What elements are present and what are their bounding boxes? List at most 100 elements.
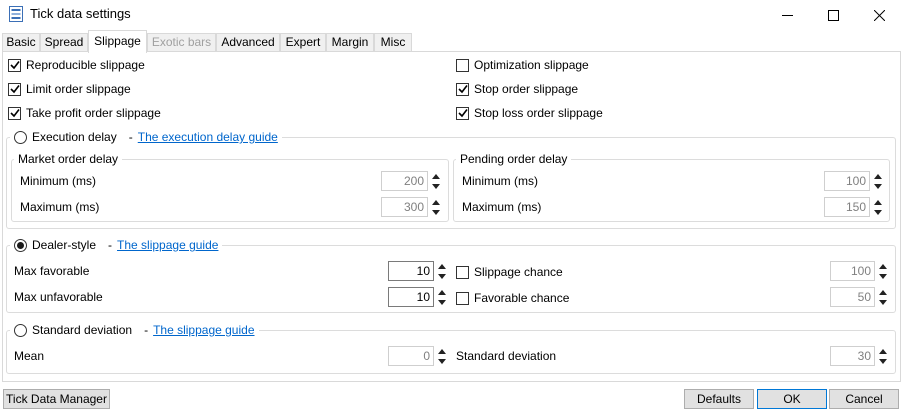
- std-deviation-input: 30: [830, 346, 890, 366]
- spinner: [429, 171, 443, 191]
- stop-order-slippage-label: Stop order slippage: [474, 82, 579, 96]
- spinner[interactable]: [435, 261, 449, 281]
- favorable-chance-value: 50: [830, 287, 875, 307]
- tab-exotic-bars: Exotic bars: [147, 33, 216, 52]
- max-unfavorable-label: Max unfavorable: [14, 290, 103, 304]
- spin-down-icon: [871, 207, 885, 217]
- max-unfavorable-input[interactable]: 10: [388, 287, 449, 307]
- mean-input: 0: [388, 346, 449, 366]
- maximize-button[interactable]: [810, 0, 856, 30]
- spin-down-icon: [871, 181, 885, 191]
- dealer-style-legend: Dealer-style - The slippage guide: [10, 237, 223, 253]
- favorable-chance-input: 50: [830, 287, 890, 307]
- standard-deviation-radio[interactable]: [14, 323, 27, 337]
- execution-delay-guide-link[interactable]: The execution delay guide: [138, 130, 278, 144]
- execution-delay-label: Execution delay: [32, 130, 117, 144]
- spin-down-icon: [876, 271, 890, 281]
- spin-up-icon[interactable]: [435, 261, 449, 271]
- checkbox-box: [8, 106, 21, 120]
- pending-minimum-label: Minimum (ms): [462, 174, 538, 188]
- standard-deviation-label: Standard deviation: [32, 323, 133, 337]
- spin-down-icon: [876, 356, 890, 366]
- std-deviation-label: Standard deviation: [456, 349, 557, 363]
- take-profit-order-slippage-label: Take profit order slippage: [26, 106, 161, 120]
- max-favorable-value[interactable]: 10: [388, 261, 434, 281]
- check-icon: [9, 85, 20, 94]
- spin-down-icon: [429, 181, 443, 191]
- ok-button[interactable]: OK: [757, 389, 827, 409]
- spinner: [435, 346, 449, 366]
- market-minimum-input: 200: [381, 171, 443, 191]
- stddev-slippage-guide-link[interactable]: The slippage guide: [153, 323, 254, 337]
- tab-advanced[interactable]: Advanced: [216, 33, 280, 52]
- spinner: [871, 197, 885, 217]
- spin-down-icon[interactable]: [435, 271, 449, 281]
- stop-order-slippage-checkbox[interactable]: Stop order slippage: [456, 81, 578, 97]
- max-unfavorable-value[interactable]: 10: [388, 287, 434, 307]
- stop-loss-order-slippage-checkbox[interactable]: Stop loss order slippage: [456, 105, 603, 121]
- pending-minimum-value: 100: [824, 171, 870, 191]
- execution-delay-radio[interactable]: [14, 130, 27, 144]
- separator-dash: -: [128, 130, 133, 144]
- tab-slippage[interactable]: Slippage: [88, 30, 147, 53]
- optimization-slippage-checkbox[interactable]: Optimization slippage: [456, 57, 589, 73]
- close-icon: [873, 9, 885, 21]
- market-maximum-value: 300: [381, 197, 428, 217]
- spin-up-icon: [876, 261, 890, 271]
- checkbox-box: [8, 58, 21, 72]
- tab-spread[interactable]: Spread: [40, 33, 88, 52]
- checkbox-box: [456, 82, 469, 96]
- max-favorable-input[interactable]: 10: [388, 261, 449, 281]
- std-deviation-value: 30: [830, 346, 875, 366]
- dealer-slippage-guide-link[interactable]: The slippage guide: [117, 238, 218, 252]
- market-order-delay-legend: Market order delay: [14, 152, 123, 166]
- pending-minimum-input: 100: [824, 171, 885, 191]
- tab-margin[interactable]: Margin: [326, 33, 374, 52]
- tab-expert[interactable]: Expert: [280, 33, 326, 52]
- market-maximum-label: Maximum (ms): [20, 200, 100, 214]
- dealer-style-radio[interactable]: [14, 238, 27, 252]
- checkbox-box: [456, 291, 469, 305]
- spin-up-icon: [435, 346, 449, 356]
- spinner[interactable]: [435, 287, 449, 307]
- spinner: [429, 197, 443, 217]
- minimize-button[interactable]: [764, 0, 810, 30]
- slippage-chance-label: Slippage chance: [474, 265, 563, 279]
- dealer-style-label: Dealer-style: [32, 238, 97, 252]
- spin-down-icon: [429, 207, 443, 217]
- mean-label: Mean: [14, 349, 45, 363]
- spin-down-icon[interactable]: [435, 297, 449, 307]
- tab-misc[interactable]: Misc: [374, 33, 412, 52]
- take-profit-order-slippage-checkbox[interactable]: Take profit order slippage: [8, 105, 161, 121]
- spin-up-icon: [429, 197, 443, 207]
- pending-maximum-value: 150: [824, 197, 870, 217]
- check-icon: [9, 61, 20, 70]
- favorable-chance-label: Favorable chance: [474, 291, 570, 305]
- radio-selected-dot: [17, 241, 24, 249]
- defaults-button[interactable]: Defaults: [684, 389, 754, 409]
- favorable-chance-checkbox[interactable]: Favorable chance: [456, 290, 569, 306]
- spin-up-icon[interactable]: [435, 287, 449, 297]
- tick-data-manager-button[interactable]: Tick Data Manager: [3, 389, 110, 409]
- separator-dash: -: [108, 238, 113, 252]
- minimize-icon: [781, 14, 793, 16]
- reproducible-slippage-checkbox[interactable]: Reproducible slippage: [8, 57, 145, 73]
- check-icon: [457, 85, 468, 94]
- checkbox-box: [456, 58, 469, 72]
- separator-dash: -: [144, 323, 149, 337]
- slippage-chance-input: 100: [830, 261, 890, 281]
- check-icon: [457, 109, 468, 118]
- spinner: [871, 171, 885, 191]
- cancel-button[interactable]: Cancel: [829, 389, 899, 409]
- tab-strip: Basic Spread Slippage Exotic bars Advanc…: [0, 30, 902, 53]
- checkbox-box: [456, 106, 469, 120]
- slippage-chance-checkbox[interactable]: Slippage chance: [456, 264, 563, 280]
- spin-down-icon: [876, 297, 890, 307]
- close-button[interactable]: [856, 0, 902, 30]
- limit-order-slippage-checkbox[interactable]: Limit order slippage: [8, 81, 131, 97]
- pending-maximum-label: Maximum (ms): [462, 200, 542, 214]
- tab-basic[interactable]: Basic: [2, 33, 40, 52]
- max-favorable-label: Max favorable: [14, 264, 90, 278]
- standard-deviation-legend: Standard deviation - The slippage guide: [10, 322, 259, 338]
- dealer-style-group: [6, 245, 896, 313]
